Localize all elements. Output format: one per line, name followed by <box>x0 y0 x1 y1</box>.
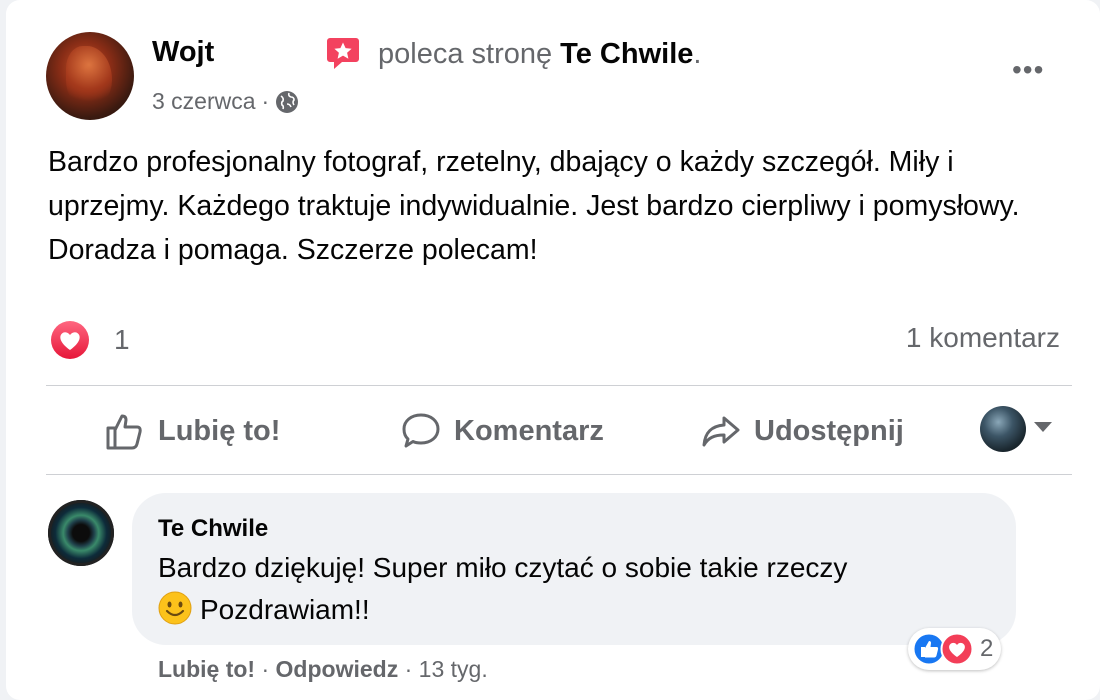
meta-separator: · <box>398 656 419 682</box>
comment-author[interactable]: Te Chwile <box>158 515 268 543</box>
comment-label: Komentarz <box>454 414 604 447</box>
share-button[interactable]: Udostępnij <box>700 410 904 452</box>
share-label: Udostępnij <box>754 414 904 447</box>
comment-actions: Lubię to! · Odpowiedz · 13 tyg. <box>158 656 488 683</box>
more-options-button[interactable]: ••• <box>1012 54 1044 86</box>
chevron-down-icon[interactable] <box>1034 422 1052 432</box>
author-avatar[interactable] <box>46 32 134 120</box>
comment-button[interactable]: Komentarz <box>400 410 604 452</box>
reactions-summary[interactable]: 1 <box>50 320 130 360</box>
divider <box>46 474 1072 475</box>
meta-separator: · <box>255 656 276 682</box>
share-icon <box>702 416 740 447</box>
comment-line-1: Bardzo dziękuję! Super miło czytać o sob… <box>158 552 848 583</box>
love-reaction-icon <box>51 321 89 359</box>
recommend-text: poleca stronę Te Chwile. <box>378 38 701 71</box>
profile-selector-avatar[interactable] <box>980 406 1026 452</box>
recommend-verb: poleca stronę <box>378 38 561 70</box>
comment-like-link[interactable]: Lubię to! <box>158 656 255 682</box>
comment-bubble: Te Chwile Bardzo dziękuję! Super miło cz… <box>132 493 1016 645</box>
post-meta: 3 czerwca · <box>152 88 299 115</box>
recommend-suffix: . <box>693 38 702 70</box>
smiley-icon <box>158 591 192 625</box>
commenter-avatar[interactable] <box>48 500 114 566</box>
post-body: Bardzo profesjonalny fotograf, rzetelny,… <box>48 146 1020 266</box>
like-button[interactable]: Lubię to! <box>104 410 280 452</box>
meta-separator: · <box>261 88 270 114</box>
thumbs-up-icon <box>106 414 142 450</box>
page-link[interactable]: Te Chwile <box>560 38 693 70</box>
globe-icon[interactable] <box>275 90 299 114</box>
post-date[interactable]: 3 czerwca <box>152 88 256 115</box>
comment-reactions[interactable]: 2 <box>908 628 1002 670</box>
comment-text: Bardzo dziękuję! Super miło czytać o sob… <box>158 547 998 631</box>
reaction-count: 1 <box>114 324 130 355</box>
action-bar: Lubię to! Komentarz Udostępnij <box>46 386 1072 474</box>
author-name[interactable]: Wojt <box>152 36 214 69</box>
comment-icon <box>402 413 440 448</box>
comment-line-2: Pozdrawiam!! <box>200 594 370 625</box>
comment-time[interactable]: 13 tyg. <box>419 656 488 682</box>
post-card: Wojt poleca stronę Te Chwile. 3 czerwca … <box>6 0 1100 700</box>
comment-reply-link[interactable]: Odpowiedz <box>276 656 399 682</box>
comments-count-link[interactable]: 1 komentarz <box>906 322 1060 354</box>
recommend-icon <box>327 38 359 69</box>
love-reaction-icon <box>940 632 974 666</box>
like-label: Lubię to! <box>158 414 281 447</box>
comment-line-2-wrap: Pozdrawiam!! <box>158 589 998 631</box>
comment-reaction-count: 2 <box>980 635 994 662</box>
